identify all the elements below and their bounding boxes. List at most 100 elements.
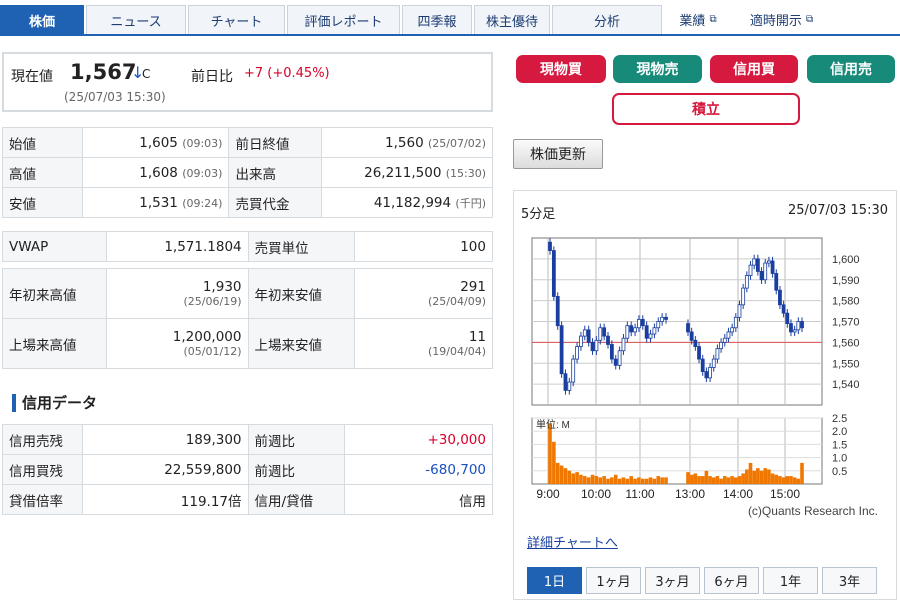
volume-bar — [741, 473, 745, 484]
period-button[interactable]: 1年 — [763, 567, 818, 594]
volume-bar — [629, 476, 633, 484]
candle-body — [697, 346, 701, 360]
candle-body — [598, 327, 603, 341]
candle-body — [625, 325, 630, 339]
candle-body — [602, 327, 607, 337]
volume-bar — [689, 474, 694, 484]
candle-body — [640, 319, 645, 327]
volume-bar — [748, 462, 753, 484]
volume-tick-label: 0.5 — [832, 466, 847, 478]
candle-body — [726, 331, 731, 339]
volume-bar — [734, 477, 738, 484]
candle-body — [719, 341, 723, 350]
candle-body — [559, 325, 564, 375]
volume-bar — [652, 478, 657, 484]
candle-body — [744, 275, 749, 289]
x-tick-label: 9:00 — [536, 487, 560, 501]
volume-bar — [686, 472, 690, 484]
candle-body — [555, 296, 560, 327]
candle-body — [609, 344, 614, 360]
intraday-chart: 1,5401,5501,5601,5701,5801,5901,6000.51.… — [531, 237, 878, 518]
candle-body — [652, 327, 657, 335]
candle-body — [617, 350, 622, 366]
volume-bar — [708, 476, 712, 484]
y-tick-label: 1,570 — [832, 317, 860, 329]
volume-bar — [711, 477, 716, 484]
period-button[interactable]: 1日 — [527, 567, 582, 594]
candle-body — [711, 358, 716, 368]
candle-body — [767, 260, 771, 264]
candle-body — [741, 287, 746, 306]
volume-bar — [610, 477, 614, 484]
candle-body — [770, 260, 775, 274]
volume-bar — [715, 476, 720, 484]
y-tick-label: 1,560 — [832, 337, 860, 349]
candle-body — [629, 325, 634, 333]
candle-body — [763, 262, 768, 281]
x-tick-label: 13:00 — [675, 487, 705, 501]
volume-bar — [660, 477, 664, 484]
volume-bar — [602, 476, 606, 484]
candle-body — [648, 333, 653, 339]
candle-body — [796, 321, 801, 331]
y-tick-label: 1,550 — [832, 358, 860, 370]
volume-bar — [785, 476, 790, 484]
candle-body — [800, 321, 804, 329]
candle-body — [722, 337, 727, 343]
volume-bar — [700, 476, 705, 484]
volume-bar — [770, 473, 775, 484]
candle-body — [656, 321, 661, 329]
volume-bar — [756, 468, 760, 484]
volume-tick-label: 1.0 — [832, 453, 847, 465]
candle-body — [567, 381, 572, 391]
volume-bar — [575, 472, 579, 484]
volume-bar — [656, 476, 661, 484]
candle-body — [594, 339, 599, 352]
volume-bar — [648, 477, 653, 484]
volume-bar — [598, 477, 603, 484]
volume-bar — [606, 478, 610, 484]
period-button[interactable]: 3年 — [822, 567, 877, 594]
volume-bar — [778, 476, 782, 484]
candle-body — [563, 373, 568, 391]
volume-bar — [644, 478, 649, 484]
candle-body — [781, 304, 786, 314]
candle-body — [579, 335, 583, 347]
volume-bar — [621, 477, 626, 484]
volume-bar — [586, 477, 591, 484]
candle-body — [737, 304, 742, 318]
candle-body — [664, 316, 668, 320]
candle-body — [778, 289, 782, 306]
volume-bar — [548, 423, 552, 484]
volume-bar — [763, 468, 768, 484]
volume-bar — [583, 476, 587, 484]
candle-body — [693, 339, 698, 347]
period-button[interactable]: 1ヶ月 — [586, 567, 641, 594]
volume-bar — [697, 476, 701, 484]
candle-body — [644, 325, 649, 339]
volume-bar — [726, 477, 731, 484]
chart-credit: (c)Quants Research Inc. — [748, 504, 878, 518]
candle-body — [752, 258, 757, 266]
volume-bar — [559, 465, 564, 484]
volume-bar — [737, 476, 742, 484]
volume-bar — [571, 473, 575, 484]
candle-body — [759, 270, 764, 281]
x-tick-label: 14:00 — [723, 487, 753, 501]
detail-chart-link[interactable]: 詳細チャートへ — [527, 532, 618, 551]
candle-body — [748, 264, 753, 276]
volume-bar — [719, 478, 723, 484]
candle-body — [586, 329, 591, 343]
volume-bar — [579, 474, 583, 484]
volume-bar — [664, 477, 668, 484]
candle-body — [704, 371, 709, 379]
volume-bar — [781, 477, 786, 484]
volume-bar — [730, 476, 734, 484]
period-button[interactable]: 3ヶ月 — [645, 567, 700, 594]
candle-body — [730, 327, 735, 333]
candle-body — [700, 358, 705, 373]
candle-body — [715, 348, 720, 360]
volume-bar — [767, 469, 771, 484]
volume-bar — [759, 470, 764, 484]
period-button[interactable]: 6ヶ月 — [704, 567, 759, 594]
